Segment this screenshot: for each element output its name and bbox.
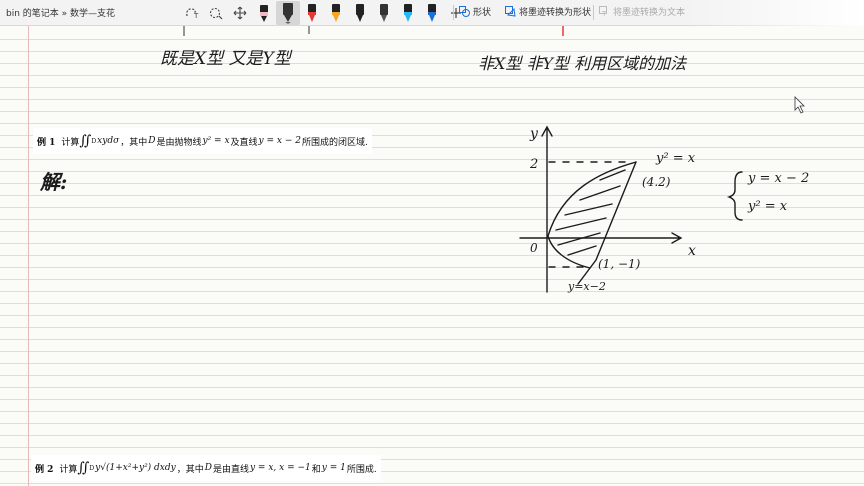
shapes-button[interactable]: 形状: [459, 5, 491, 18]
system-eq-1: y = x − 2: [747, 171, 809, 186]
space-insert-icon[interactable]: [204, 1, 228, 25]
toolbar-separator: [453, 5, 454, 20]
system-brace: [726, 171, 743, 221]
ink-to-text-button[interactable]: T 将墨迹转换为文本: [599, 5, 685, 18]
hand-drawn-graph: y x 0 2 y² = x (4.2) (1, −1) y=x−2 y = x…: [183, 26, 809, 293]
lasso-select-icon[interactable]: T: [180, 1, 204, 25]
window-title: bin 的笔记本 » 数学—支花: [6, 9, 116, 19]
pen-tools: T: [180, 0, 468, 26]
ink-toolbar: bin 的笔记本 » 数学—支花 T 形状 将墨迹转换为形状 T 将墨迹转换为文…: [0, 0, 864, 26]
svg-text:T: T: [601, 10, 607, 17]
ink-to-shape-button[interactable]: 将墨迹转换为形状: [505, 5, 591, 18]
x-axis-label: x: [688, 243, 696, 259]
x-axis-line: [519, 232, 683, 244]
origin-label: 0: [530, 241, 538, 255]
pen-black-thin-icon[interactable]: [252, 1, 276, 25]
ink-to-text-label: 将墨迹转换为文本: [613, 8, 686, 18]
ink-to-shape-label: 将墨迹转换为形状: [519, 8, 592, 18]
parabola-curve: [547, 161, 637, 269]
intersection-top-label: (4.2): [642, 175, 671, 189]
line-label: y=x−2: [567, 280, 606, 293]
pen-red-icon[interactable]: [300, 1, 324, 25]
pen-orange-icon[interactable]: [324, 1, 348, 25]
pen-black-selected-icon[interactable]: [276, 1, 300, 25]
ink-to-text-icon: T: [599, 6, 607, 17]
svg-text:T: T: [193, 12, 199, 20]
toolbar-fade: [684, 0, 864, 26]
pen-blue-icon[interactable]: [420, 1, 444, 25]
pen-black-2-icon[interactable]: [348, 1, 372, 25]
shapes-label: 形状: [473, 8, 492, 18]
mouse-cursor-icon: [794, 96, 805, 114]
y-tick-2-label: 2: [529, 157, 538, 172]
y-axis-label: y: [529, 126, 539, 142]
pen-light-blue-icon[interactable]: [396, 1, 420, 25]
toolbar-separator: [593, 5, 594, 20]
system-eq-2: y² = x: [747, 199, 788, 214]
pan-icon[interactable]: [228, 1, 252, 25]
parabola-label: y² = x: [655, 151, 696, 166]
pen-dark-gray-icon[interactable]: [372, 1, 396, 25]
ink-to-shape-icon: [505, 6, 516, 17]
intersection-bottom-label: (1, −1): [598, 257, 641, 271]
shapes-icon: [459, 6, 470, 17]
